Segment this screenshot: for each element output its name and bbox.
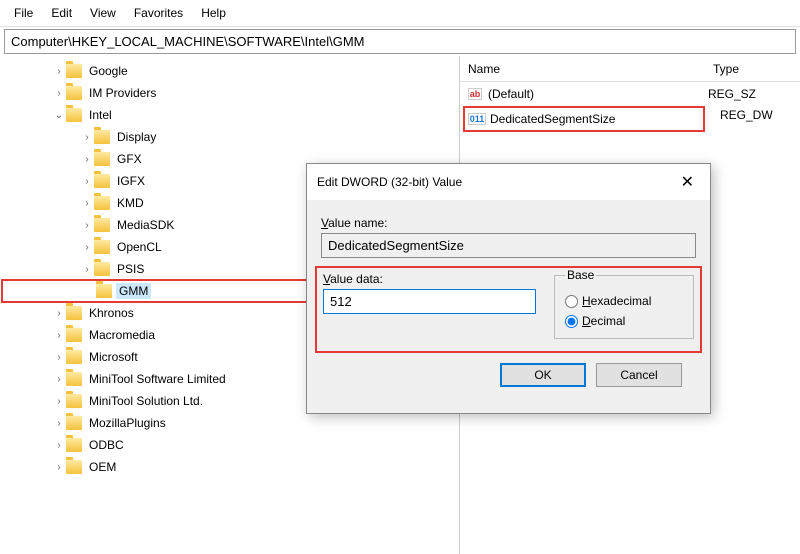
ok-button[interactable]: OK bbox=[500, 363, 586, 387]
menubar: File Edit View Favorites Help bbox=[0, 0, 800, 27]
folder-icon bbox=[66, 372, 82, 386]
reg-sz-icon: ab bbox=[466, 85, 484, 103]
value-data-label: Value data: bbox=[323, 272, 536, 286]
chevron-right-icon[interactable]: › bbox=[52, 88, 66, 99]
chevron-right-icon[interactable]: › bbox=[80, 132, 94, 143]
list-header: Name Type bbox=[460, 56, 800, 82]
dialog-title: Edit DWORD (32-bit) Value bbox=[317, 175, 462, 189]
folder-icon bbox=[94, 174, 110, 188]
chevron-right-icon[interactable]: › bbox=[52, 462, 66, 473]
value-data-field[interactable] bbox=[323, 289, 536, 314]
folder-icon bbox=[66, 460, 82, 474]
folder-icon bbox=[66, 306, 82, 320]
edit-dword-dialog: Edit DWORD (32-bit) Value ✕ Value name: … bbox=[306, 163, 711, 414]
menu-edit[interactable]: Edit bbox=[43, 4, 80, 22]
value-name-label: Value name: bbox=[321, 216, 696, 230]
list-row[interactable]: 011 DedicatedSegmentSize bbox=[464, 107, 704, 131]
tree-item-label: Display bbox=[114, 129, 159, 145]
value-name: (Default) bbox=[488, 87, 708, 101]
menu-help[interactable]: Help bbox=[193, 4, 234, 22]
folder-icon bbox=[66, 350, 82, 364]
folder-icon bbox=[94, 262, 110, 276]
folder-icon bbox=[66, 416, 82, 430]
folder-icon bbox=[66, 394, 82, 408]
column-type[interactable]: Type bbox=[705, 58, 800, 80]
folder-icon bbox=[66, 328, 82, 342]
base-legend: Base bbox=[565, 268, 596, 282]
tree-item-label: MiniTool Solution Ltd. bbox=[86, 393, 206, 409]
tree-item-display[interactable]: › Display bbox=[0, 126, 459, 148]
chevron-right-icon[interactable]: › bbox=[52, 330, 66, 341]
tree-item-label: OpenCL bbox=[114, 239, 165, 255]
tree-item-intel[interactable]: ⌄ Intel bbox=[0, 104, 459, 126]
address-bar[interactable]: Computer\HKEY_LOCAL_MACHINE\SOFTWARE\Int… bbox=[4, 29, 796, 54]
tree-item-label: IM Providers bbox=[86, 85, 159, 101]
tree-item-label: MiniTool Software Limited bbox=[86, 371, 229, 387]
radio-decimal[interactable] bbox=[565, 315, 578, 328]
chevron-down-icon[interactable]: ⌄ bbox=[52, 110, 66, 121]
tree-item-label: MediaSDK bbox=[114, 217, 177, 233]
chevron-right-icon[interactable]: › bbox=[52, 374, 66, 385]
chevron-right-icon[interactable]: › bbox=[52, 308, 66, 319]
chevron-right-icon[interactable]: › bbox=[52, 440, 66, 451]
folder-icon bbox=[94, 218, 110, 232]
folder-icon bbox=[66, 64, 82, 78]
tree-item-google[interactable]: › Google bbox=[0, 60, 459, 82]
dec-label: Decimal bbox=[582, 314, 625, 328]
highlighted-value-section: Value data: Base Hexadecimal Decimal bbox=[315, 266, 702, 353]
folder-icon bbox=[94, 130, 110, 144]
chevron-right-icon[interactable]: › bbox=[80, 154, 94, 165]
tree-item-label: Google bbox=[86, 63, 131, 79]
menu-view[interactable]: View bbox=[82, 4, 124, 22]
chevron-right-icon[interactable]: › bbox=[80, 220, 94, 231]
tree-item-label: Microsoft bbox=[86, 349, 141, 365]
chevron-right-icon[interactable]: › bbox=[52, 396, 66, 407]
value-type: REG_DW bbox=[720, 108, 773, 122]
tree-item-label: Intel bbox=[86, 107, 115, 123]
menu-favorites[interactable]: Favorites bbox=[126, 4, 191, 22]
folder-icon bbox=[94, 152, 110, 166]
tree-item-im-providers[interactable]: › IM Providers bbox=[0, 82, 459, 104]
reg-dword-icon: 011 bbox=[468, 110, 486, 128]
tree-item-odbc[interactable]: › ODBC bbox=[0, 434, 459, 456]
tree-item-label: Khronos bbox=[86, 305, 137, 321]
tree-item-label: OEM bbox=[86, 459, 119, 475]
cancel-button[interactable]: Cancel bbox=[596, 363, 682, 387]
tree-item-label: MozillaPlugins bbox=[86, 415, 169, 431]
tree-item-label: ODBC bbox=[86, 437, 127, 453]
dialog-titlebar[interactable]: Edit DWORD (32-bit) Value ✕ bbox=[307, 164, 710, 200]
value-type: REG_SZ bbox=[708, 87, 756, 101]
folder-icon bbox=[94, 196, 110, 210]
column-name[interactable]: Name bbox=[460, 58, 705, 80]
chevron-right-icon[interactable]: › bbox=[80, 242, 94, 253]
folder-icon bbox=[66, 108, 82, 122]
folder-icon bbox=[66, 438, 82, 452]
close-icon[interactable]: ✕ bbox=[675, 172, 700, 192]
chevron-right-icon[interactable]: › bbox=[52, 418, 66, 429]
hex-label: Hexadecimal bbox=[582, 294, 651, 308]
folder-icon bbox=[94, 240, 110, 254]
folder-icon bbox=[66, 86, 82, 100]
tree-item-label: KMD bbox=[114, 195, 147, 211]
tree-item-label: GFX bbox=[114, 151, 145, 167]
value-name-field bbox=[321, 233, 696, 258]
chevron-right-icon[interactable]: › bbox=[80, 176, 94, 187]
list-row[interactable]: ab (Default)REG_SZ bbox=[460, 82, 800, 106]
folder-icon bbox=[96, 284, 112, 298]
tree-item-label: PSIS bbox=[114, 261, 147, 277]
tree-item-label: GMM bbox=[116, 283, 151, 299]
tree-item-oem[interactable]: › OEM bbox=[0, 456, 459, 478]
value-name: DedicatedSegmentSize bbox=[490, 112, 704, 126]
chevron-right-icon[interactable]: › bbox=[80, 264, 94, 275]
menu-file[interactable]: File bbox=[6, 4, 41, 22]
tree-item-label: Macromedia bbox=[86, 327, 158, 343]
chevron-right-icon[interactable]: › bbox=[52, 352, 66, 363]
tree-item-mozillaplugins[interactable]: › MozillaPlugins bbox=[0, 412, 459, 434]
chevron-right-icon[interactable]: › bbox=[80, 198, 94, 209]
base-fieldset: Base Hexadecimal Decimal bbox=[554, 268, 694, 339]
radio-hexadecimal[interactable] bbox=[565, 295, 578, 308]
tree-item-label: IGFX bbox=[114, 173, 148, 189]
chevron-right-icon[interactable]: › bbox=[52, 66, 66, 77]
